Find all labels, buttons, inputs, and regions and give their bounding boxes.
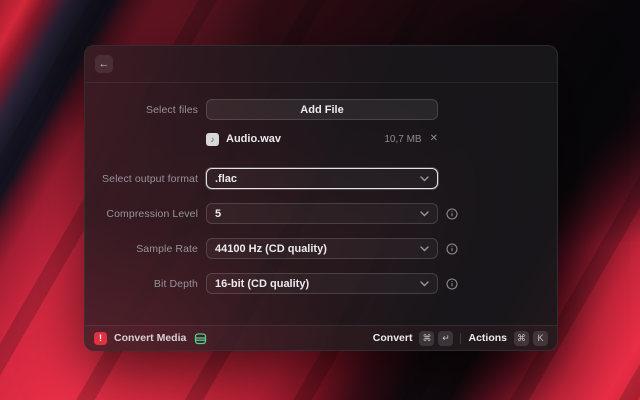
desktop-wallpaper: ← Select files Add File ♪ Audio.wav 10,7… <box>0 0 640 400</box>
back-button[interactable]: ← <box>95 55 113 73</box>
info-icon[interactable] <box>446 242 470 255</box>
compression-level-label: Compression Level <box>106 207 198 220</box>
music-note-glyph: ♪ <box>210 134 215 144</box>
k-key-icon: K <box>533 330 548 346</box>
bit-depth-label: Bit Depth <box>153 277 198 290</box>
output-format-select[interactable]: .flac <box>206 168 438 189</box>
chevron-down-icon <box>420 175 429 182</box>
sample-rate-row: Sample Rate 44100 Hz (CD quality) <box>85 238 557 259</box>
compression-level-select[interactable]: 5 <box>206 203 438 224</box>
footer-divider <box>460 332 462 344</box>
output-format-row: Select output format .flac <box>85 168 557 189</box>
audio-file-icon: ♪ <box>206 132 219 146</box>
bit-depth-row: Bit Depth 16-bit (CD quality) <box>85 273 557 294</box>
chevron-down-icon <box>420 280 429 287</box>
sample-rate-select[interactable]: 44100 Hz (CD quality) <box>206 238 438 259</box>
info-icon[interactable] <box>446 277 470 290</box>
window-header: ← <box>85 46 557 83</box>
file-size: 10,7 MB <box>384 133 422 145</box>
compression-level-row: Compression Level 5 <box>85 203 557 224</box>
file-row: ♪ Audio.wav 10,7 MB ✕ <box>85 129 557 149</box>
command-title: Convert Media <box>114 332 187 344</box>
cmd-key-icon: ⌘ <box>419 330 435 346</box>
remove-file-button[interactable]: ✕ <box>430 134 438 144</box>
add-file-button[interactable]: Add File <box>206 99 438 120</box>
action-bar: ! Convert Media Convert ⌘ ↵ Actions ⌘ K <box>85 325 557 350</box>
select-files-label: Select files <box>146 103 198 116</box>
back-arrow-icon: ← <box>98 57 110 70</box>
sample-rate-label: Sample Rate <box>136 242 198 255</box>
convert-action-button[interactable]: Convert ⌘ ↵ <box>373 330 454 346</box>
convert-media-app-icon: ! <box>94 331 107 345</box>
chevron-down-icon <box>420 210 429 217</box>
file-item: ♪ Audio.wav 10,7 MB ✕ <box>206 129 438 149</box>
bit-depth-select[interactable]: 16-bit (CD quality) <box>206 273 438 294</box>
cmd-key-icon: ⌘ <box>514 330 529 346</box>
output-format-label: Select output format <box>102 172 198 185</box>
form-content: Select files Add File ♪ Audio.wav 10,7 M… <box>85 83 557 325</box>
return-key-icon: ↵ <box>438 330 454 346</box>
actions-menu-button[interactable]: Actions ⌘ K <box>468 330 548 346</box>
file-name: Audio.wav <box>226 133 282 145</box>
convert-media-window: ← Select files Add File ♪ Audio.wav 10,7… <box>84 45 558 351</box>
info-icon[interactable] <box>446 207 470 220</box>
select-files-row: Select files Add File <box>85 99 557 120</box>
media-status-icon <box>194 332 207 345</box>
chevron-down-icon <box>420 245 429 252</box>
